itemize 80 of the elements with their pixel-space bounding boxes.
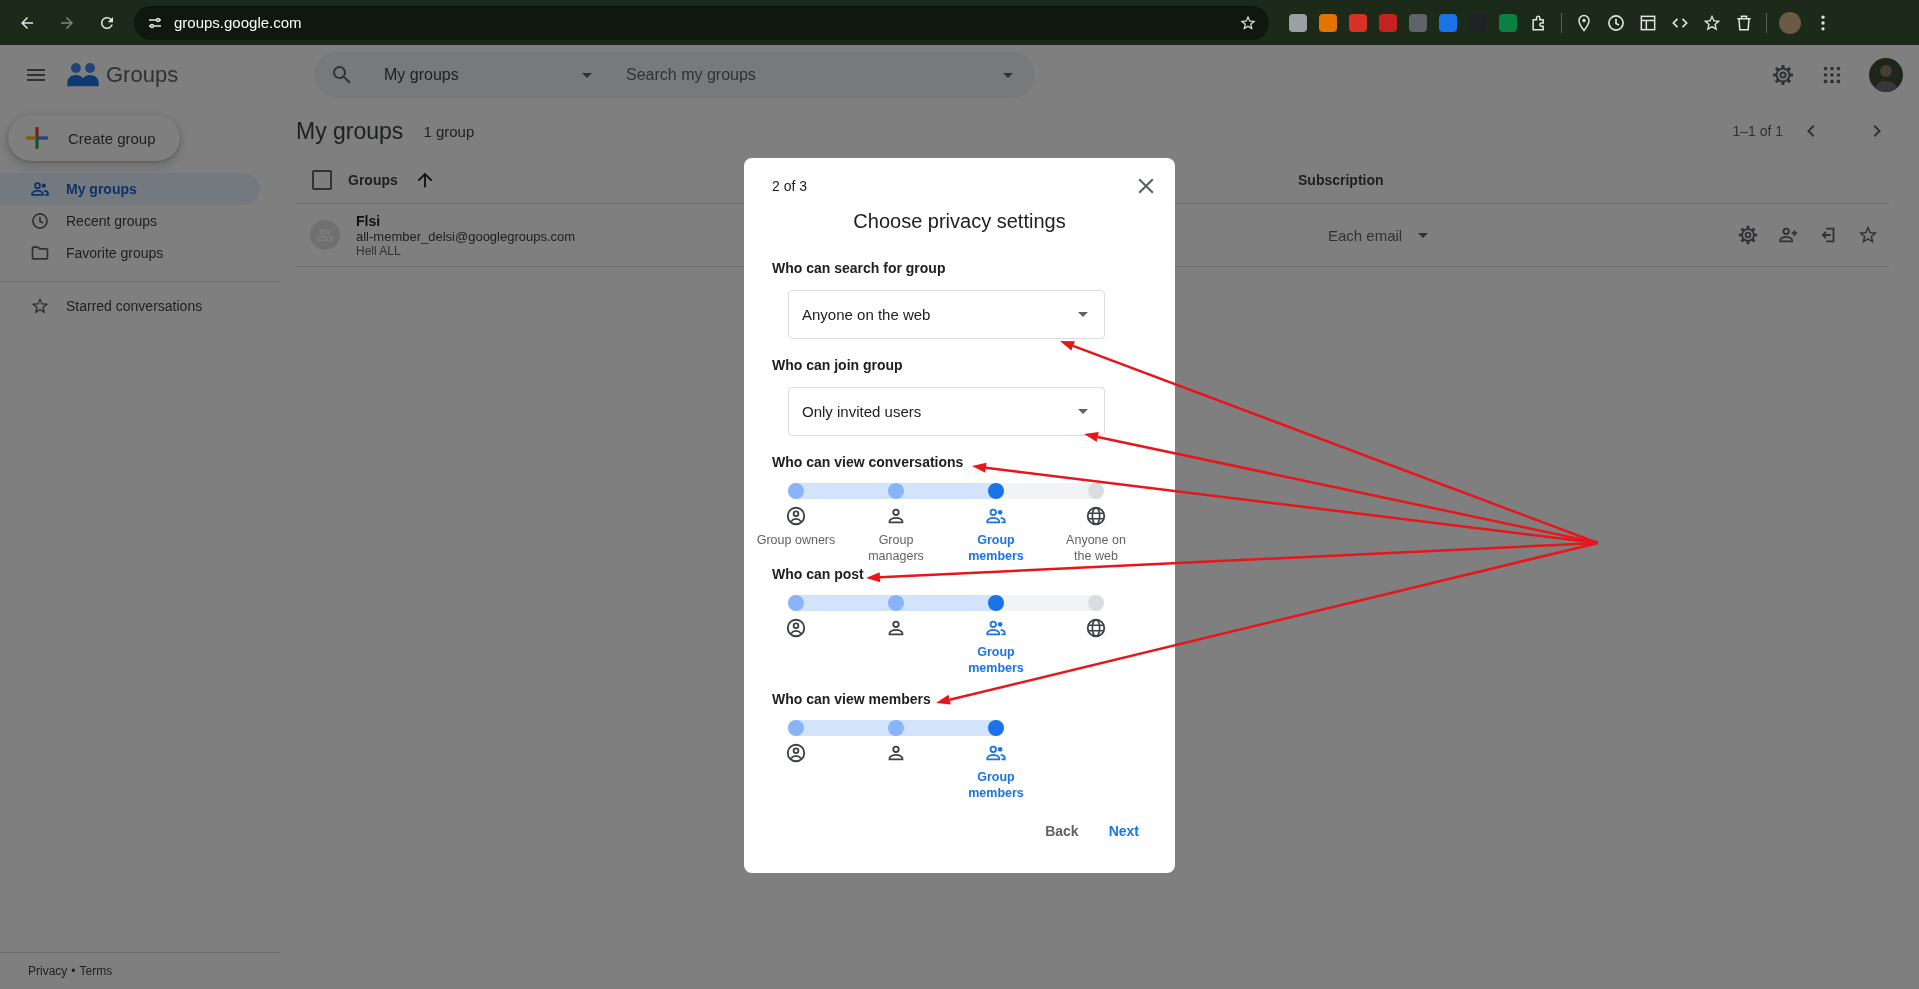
option-label: Group members <box>967 532 1025 564</box>
option-label: Group members <box>967 769 1025 801</box>
select-field[interactable]: Only invited users <box>788 387 1105 436</box>
caret-icon <box>582 72 592 78</box>
group-count: 1 group <box>423 122 475 140</box>
pagination-text: 1–1 of 1 <box>1732 123 1783 139</box>
setting-label: Who can join group <box>772 356 904 375</box>
avatar[interactable] <box>1869 58 1903 92</box>
group-description: Hell ALL <box>356 243 401 258</box>
next-button[interactable]: Next <box>1100 813 1147 849</box>
people-icon <box>30 179 50 199</box>
subscription-dropdown[interactable]: Each email <box>1328 226 1403 244</box>
column-header[interactable]: Groups <box>348 172 398 188</box>
settings-icon[interactable] <box>1737 224 1759 246</box>
person-circle-icon <box>785 505 807 527</box>
slider-stop[interactable] <box>788 720 804 736</box>
setting-label: Who can view conversations <box>772 453 965 472</box>
page-title: My groups <box>296 117 404 145</box>
globe-icon <box>1085 505 1107 527</box>
option-label: Group members <box>967 644 1025 676</box>
folder-icon <box>30 243 50 263</box>
extension-icon[interactable] <box>1379 13 1397 32</box>
person-circle-icon <box>785 617 807 639</box>
star-icon[interactable] <box>1857 224 1879 246</box>
app-title: Groups <box>106 62 179 88</box>
checkbox[interactable] <box>312 170 332 190</box>
sidebar-item[interactable]: Recent groups <box>0 205 260 237</box>
slider-stop[interactable] <box>988 595 1004 611</box>
clock-icon <box>30 211 50 231</box>
slider-stop[interactable] <box>988 720 1004 736</box>
extension-icon[interactable] <box>1499 13 1517 32</box>
slider-stop[interactable] <box>988 483 1004 499</box>
slider-stop[interactable] <box>788 483 804 499</box>
column-header[interactable]: Subscription <box>1298 172 1384 188</box>
footer-link[interactable]: Privacy <box>28 964 68 978</box>
extension-icon[interactable] <box>1349 13 1367 32</box>
group-name[interactable]: Flsi <box>356 212 381 229</box>
extension-icon[interactable] <box>1439 13 1457 32</box>
extension-icon[interactable] <box>1409 13 1427 32</box>
profile-avatar[interactable] <box>1779 11 1801 34</box>
setting-label: Who can search for group <box>772 259 947 278</box>
plus-icon <box>24 125 50 151</box>
apps-icon[interactable] <box>1821 64 1843 86</box>
slider-stop[interactable] <box>1088 483 1104 499</box>
address-bar[interactable]: groups.google.com <box>134 5 1269 40</box>
url-text: groups.google.com <box>174 14 303 31</box>
setting-label: Who can post <box>772 565 865 584</box>
option-label: Group owners <box>756 532 836 548</box>
step-indicator: 2 of 3 <box>772 178 808 194</box>
caret-icon <box>1003 72 1013 78</box>
group-email: all-member_delsi@googlegroups.com <box>356 228 576 244</box>
slider-track[interactable] <box>788 720 1004 736</box>
slider-stop[interactable] <box>1088 595 1104 611</box>
caret-icon <box>1418 232 1429 238</box>
caret-icon <box>1078 409 1088 414</box>
person-circle-icon <box>785 742 807 764</box>
footer-link[interactable]: Terms <box>79 964 113 978</box>
globe-icon <box>1085 617 1107 639</box>
slider-track[interactable] <box>788 595 1104 611</box>
history-icon[interactable] <box>1606 12 1626 33</box>
sidebar-item[interactable]: Favorite groups <box>0 237 260 269</box>
back-button[interactable]: Back <box>1037 813 1087 849</box>
option-label: Anyone on the web <box>1065 532 1127 564</box>
option-label: Group managers <box>867 532 925 564</box>
extension-icon[interactable] <box>1319 13 1337 32</box>
scope-dropdown[interactable]: My groups <box>384 66 582 84</box>
slider-stop[interactable] <box>788 595 804 611</box>
caret-icon <box>1078 312 1088 317</box>
dialog-title: Choose privacy settings <box>852 210 1067 233</box>
create-group-button[interactable]: Create group <box>8 115 180 161</box>
sidebar-item[interactable]: Starred conversations <box>0 290 260 322</box>
separator-dot: • <box>71 964 76 978</box>
star-icon <box>30 296 50 316</box>
slider-track[interactable] <box>788 483 1104 499</box>
select-field[interactable]: Anyone on the web <box>788 290 1105 339</box>
extension-icon[interactable] <box>1289 13 1307 32</box>
search-bar[interactable]: My groups Search my groups <box>314 52 1035 98</box>
setting-label: Who can view members <box>772 690 932 709</box>
sidebar-item[interactable]: My groups <box>0 173 260 205</box>
settings-icon[interactable] <box>1771 63 1795 87</box>
